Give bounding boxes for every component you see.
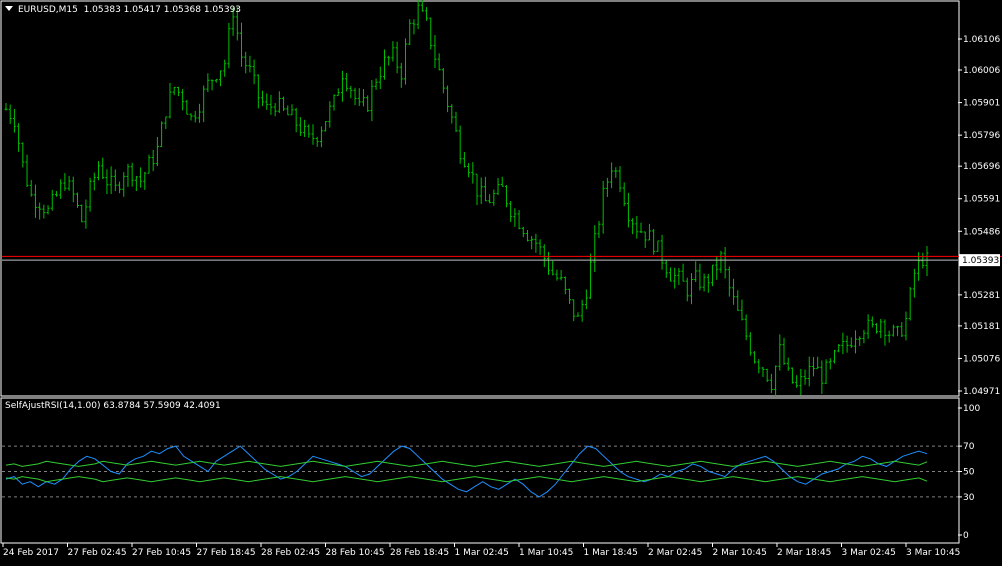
price-tick-label: 1.05486	[963, 227, 1000, 237]
price-pane	[0, 0, 1002, 397]
time-tick-label: 3 Mar 10:45	[906, 548, 960, 558]
price-tick-label: 1.05696	[963, 162, 1000, 172]
price-tick-label: 1.05076	[963, 354, 1000, 364]
time-tick-label: 2 Mar 02:45	[648, 548, 702, 558]
price-tick-label: 1.06106	[963, 35, 1000, 45]
ohlc-values: 1.05383 1.05417 1.05368 1.05393	[83, 5, 242, 15]
chart-canvas[interactable]: 1.06106 1.06006 1.05901 1.05796 1.05696 1.055…	[0, 0, 1002, 563]
indicator-name: SelfAjustRSI(14,1.00)	[5, 401, 101, 411]
time-tick-label: 1 Mar 18:45	[584, 548, 638, 558]
time-tick-label: 2 Mar 18:45	[777, 548, 831, 558]
symbol-timeframe: EURUSD,M15	[18, 5, 78, 15]
price-tick-label: 1.05281	[963, 291, 1000, 301]
time-tick-label: 1 Mar 02:45	[455, 548, 509, 558]
price-tick-label: 1.05591	[963, 195, 1000, 205]
lower-band-line	[5, 476, 928, 483]
indicator-tick-label: 30	[963, 493, 975, 503]
indicator-tick-label: 70	[963, 442, 975, 452]
time-tick-label: 27 Feb 10:45	[132, 548, 191, 558]
price-pane-frame	[0, 0, 960, 397]
time-tick-label: 28 Feb 10:45	[326, 548, 385, 558]
indicator-values: 63.8784 57.5909 42.4091	[103, 401, 221, 411]
symbol-header: EURUSD,M15 1.05383 1.05417 1.05368 1.053…	[18, 5, 241, 15]
indicator-tick-label: 0	[963, 531, 969, 541]
price-axis: 1.06106 1.06006 1.05901 1.05796 1.05696 1.055…	[958, 35, 1000, 397]
price-tick-label: 1.05181	[963, 322, 1000, 332]
price-tick-label: 1.05901	[963, 99, 1000, 109]
price-tick-label: 1.06006	[963, 66, 1000, 76]
time-tick-label: 3 Mar 02:45	[842, 548, 896, 558]
indicator-pane	[0, 397, 960, 544]
time-tick-label: 2 Mar 10:45	[713, 548, 767, 558]
time-axis: 24 Feb 2017 27 Feb 02:45 27 Feb 10:45 27 Fe…	[1, 542, 960, 558]
current-price-label: 1.05393	[962, 256, 999, 266]
time-tick-label: 27 Feb 02:45	[68, 548, 127, 558]
time-tick-label: 27 Feb 18:45	[197, 548, 256, 558]
indicator-tick-label: 100	[963, 404, 980, 414]
price-tick-label: 1.04971	[963, 387, 1000, 397]
time-tick-label: 24 Feb 2017	[3, 548, 59, 558]
chart-window[interactable]: 1.06106 1.06006 1.05901 1.05796 1.05696 1.055…	[0, 0, 1002, 563]
price-tick-label: 1.05796	[963, 131, 1000, 141]
indicator-tick-label: 50	[963, 468, 975, 478]
time-tick-label: 28 Feb 02:45	[261, 548, 320, 558]
time-tick-label: 28 Feb 18:45	[390, 548, 449, 558]
upper-band-line	[5, 460, 928, 467]
indicator-header: SelfAjustRSI(14,1.00) 63.8784 57.5909 42…	[5, 401, 221, 411]
indicator-axis: 100 70 50 30 0	[958, 404, 980, 541]
chart-menu-icon[interactable]	[5, 6, 13, 11]
indicator-pane-frame	[0, 397, 960, 544]
time-tick-label: 1 Mar 10:45	[519, 548, 573, 558]
